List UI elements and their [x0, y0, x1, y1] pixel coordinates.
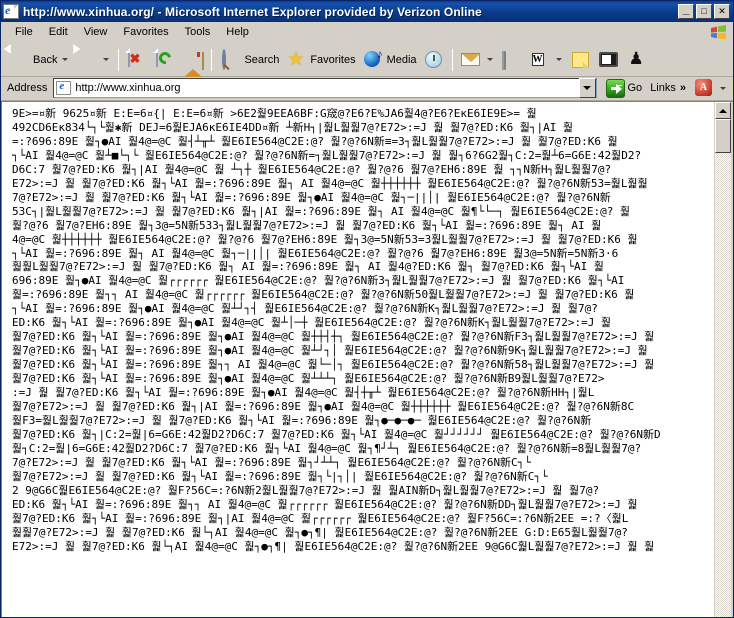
- mail-icon: [460, 49, 482, 71]
- triangle-up-icon: [719, 108, 727, 113]
- scroll-up-button[interactable]: [715, 102, 731, 119]
- minimize-button[interactable]: _: [678, 2, 694, 19]
- scrollbar-track[interactable]: [715, 153, 731, 617]
- close-button[interactable]: ✕: [714, 4, 730, 19]
- mail-button[interactable]: [457, 45, 498, 75]
- address-url-text: http://www.xinhua.org: [75, 82, 181, 94]
- back-dropdown-icon[interactable]: [62, 58, 69, 61]
- forward-button[interactable]: [73, 45, 114, 75]
- refresh-icon: [154, 47, 176, 71]
- menu-item-file[interactable]: File: [7, 24, 41, 40]
- double-chevron-icon: »: [679, 82, 686, 94]
- edit-dropdown-icon[interactable]: [555, 58, 562, 61]
- page-viewport: 9E>=¤新 9625¤新 E:E=6¤{| E:E=6¤新 >6E2훭9EEA…: [2, 102, 714, 617]
- word-edit-icon: W: [531, 52, 544, 66]
- history-button[interactable]: [420, 45, 448, 75]
- minimize-icon: _: [682, 2, 690, 16]
- history-icon: [423, 49, 445, 71]
- edit-button[interactable]: W: [526, 45, 567, 75]
- menu-item-view[interactable]: View: [76, 24, 116, 40]
- favorites-button[interactable]: ★ Favorites: [282, 45, 358, 75]
- back-button[interactable]: Back: [5, 45, 73, 75]
- scrollbar-thumb[interactable]: [715, 119, 731, 153]
- mojibake-text: 9E>=¤新 9625¤新 E:E=6¤{| E:E=6¤新 >6E2훭9EEA…: [12, 107, 661, 553]
- home-icon: [182, 49, 205, 77]
- back-arrow-icon: [8, 49, 30, 71]
- address-input[interactable]: http://www.xinhua.org: [53, 78, 597, 98]
- favorites-label: Favorites: [310, 53, 356, 66]
- toolbar-separator: [211, 48, 213, 71]
- stop-icon: ✖: [126, 47, 148, 71]
- back-label: Back: [33, 53, 58, 66]
- printer-icon: [501, 49, 523, 71]
- chevron-down-icon: [583, 86, 591, 90]
- media-icon: [362, 47, 384, 71]
- menu-item-help[interactable]: Help: [218, 24, 257, 40]
- content-area: 9E>=¤新 9625¤新 E:E=6¤{| E:E=6¤新 >6E2훭9EEA…: [1, 101, 733, 617]
- address-dropdown-button[interactable]: [578, 78, 596, 98]
- address-label: Address: [7, 82, 48, 94]
- go-button[interactable]: Go: [602, 77, 647, 99]
- address-bar: Address http://www.xinhua.org Go Links »…: [1, 77, 733, 101]
- windows-flag-icon: [711, 25, 726, 40]
- forward-dropdown-icon[interactable]: [103, 58, 110, 61]
- acrobat-icon: A: [693, 77, 715, 99]
- home-button[interactable]: [179, 45, 207, 77]
- star-icon: ★: [287, 48, 305, 70]
- toolbar: Back ✖ Search ★ Favorites ♪ Media W ♟: [1, 43, 733, 77]
- go-arrow-icon: [605, 78, 625, 98]
- title-bar: http://www.xinhua.org/ - Microsoft Inter…: [1, 1, 733, 22]
- refresh-button[interactable]: [151, 45, 179, 75]
- menu-item-tools[interactable]: Tools: [177, 24, 219, 40]
- forward-arrow-icon: [76, 49, 98, 71]
- acrobat-button[interactable]: A: [690, 73, 731, 103]
- ie-page-icon: [3, 3, 19, 19]
- close-icon: ✕: [718, 6, 726, 16]
- favicon-icon: [56, 80, 72, 95]
- menu-bar: File Edit View Favorites Tools Help: [1, 22, 733, 43]
- links-button[interactable]: Links »: [646, 77, 690, 99]
- vertical-scrollbar[interactable]: [714, 102, 731, 617]
- print-button[interactable]: [498, 45, 526, 75]
- browser-window: http://www.xinhua.org/ - Microsoft Inter…: [0, 0, 734, 618]
- maximize-icon: □: [701, 6, 707, 16]
- window-controls: _ □ ✕: [678, 2, 732, 19]
- go-label: Go: [627, 82, 643, 94]
- search-button[interactable]: Search: [216, 45, 282, 75]
- person-button[interactable]: ♟: [623, 45, 651, 75]
- running-person-icon: ♟: [628, 48, 644, 69]
- media-label: Media: [386, 53, 417, 66]
- toolbar-separator: [118, 48, 120, 71]
- maximize-button[interactable]: □: [696, 4, 712, 19]
- window-title: http://www.xinhua.org/ - Microsoft Inter…: [23, 4, 482, 19]
- search-icon: [219, 48, 241, 71]
- monitor-icon: [598, 49, 620, 71]
- stop-button[interactable]: ✖: [123, 45, 151, 75]
- media-button[interactable]: Media: [359, 45, 420, 75]
- links-label: Links: [650, 82, 676, 94]
- acrobat-dropdown-icon[interactable]: [720, 86, 726, 90]
- sticky-note-icon: [570, 49, 592, 71]
- messenger-button[interactable]: [595, 45, 623, 75]
- window-right-edge: [731, 102, 733, 617]
- search-label: Search: [244, 53, 280, 66]
- notes-button[interactable]: [567, 45, 595, 75]
- menu-item-favorites[interactable]: Favorites: [115, 24, 176, 40]
- toolbar-separator: [451, 48, 453, 71]
- mail-dropdown-icon[interactable]: [486, 58, 493, 61]
- menu-item-edit[interactable]: Edit: [41, 24, 76, 40]
